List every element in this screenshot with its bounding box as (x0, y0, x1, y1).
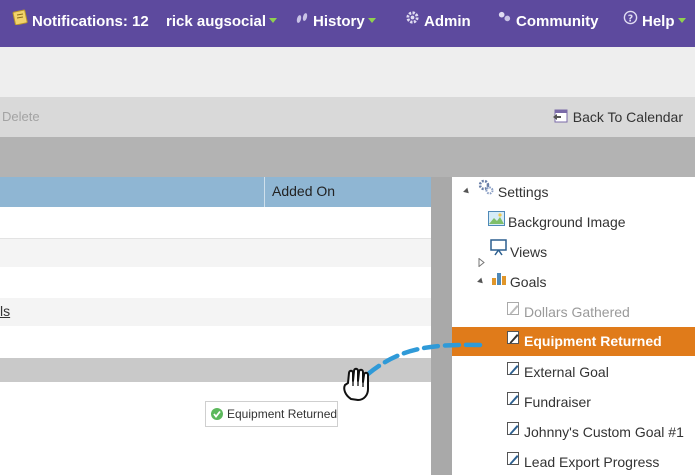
tree-label: Settings (497, 184, 549, 200)
sub-header (0, 47, 695, 97)
toolbar: Delete Back To Calendar (0, 97, 695, 137)
chevron-down-icon (367, 17, 376, 23)
image-icon (488, 206, 505, 236)
table-row[interactable] (0, 267, 431, 298)
table-row[interactable]: ls (0, 298, 431, 326)
people-icon (497, 0, 512, 42)
delete-button[interactable]: Delete (2, 97, 40, 137)
history-label: History (313, 13, 365, 30)
user-menu[interactable]: rick augsocial (166, 0, 278, 47)
table-row[interactable] (0, 326, 431, 358)
tree-node-goal[interactable]: Lead Export Progress (506, 447, 659, 475)
notepad-icon (12, 0, 28, 42)
tree-label: Equipment Returned (524, 333, 662, 349)
collapse-arrow-icon (478, 247, 485, 268)
admin-label: Admin (424, 13, 471, 30)
row-link[interactable]: ls (0, 298, 10, 324)
tree-node-views[interactable]: Views (478, 236, 548, 268)
tree-label: External Goal (524, 364, 609, 380)
tree-node-goal[interactable]: Johnny's Custom Goal #1 (506, 417, 684, 447)
expand-arrow-icon (477, 277, 485, 286)
tree-label: Background Image (508, 214, 626, 230)
footsteps-icon (295, 0, 309, 42)
tree-node-background-image[interactable]: Background Image (488, 207, 626, 237)
table-row[interactable] (0, 239, 431, 267)
grid-header: Added On (0, 177, 431, 207)
edit-page-icon (506, 356, 521, 386)
tree-label: Fundraiser (524, 394, 591, 410)
tree-label: Johnny's Custom Goal #1 (524, 424, 684, 440)
tree-node-goals[interactable]: Goals (477, 266, 547, 297)
data-grid: Added On ls (0, 177, 431, 475)
community-menu[interactable]: Community (497, 0, 599, 47)
edit-page-icon (506, 296, 521, 326)
tree-label: Lead Export Progress (524, 454, 660, 470)
group-separator-row (0, 358, 431, 382)
edit-page-icon (506, 326, 521, 355)
admin-menu[interactable]: Admin (405, 0, 471, 47)
notifications-label: Notifications: 12 (32, 13, 149, 30)
gears-icon (477, 176, 495, 206)
column-header-added-on[interactable]: Added On (272, 177, 335, 205)
edit-page-icon (506, 446, 521, 475)
calendar-icon (552, 109, 568, 123)
chevron-down-icon (677, 17, 686, 23)
help-menu[interactable]: ? Help (623, 0, 686, 47)
edit-page-icon (506, 386, 521, 416)
history-menu[interactable]: History (295, 0, 376, 47)
tree-label: Dollars Gathered (524, 304, 630, 320)
tree-node-goal[interactable]: Fundraiser (506, 387, 591, 417)
dragged-goal-label: Equipment Returned (227, 407, 338, 421)
notifications-button[interactable]: Notifications: 12 (12, 0, 149, 47)
section-bar (0, 137, 695, 177)
tree-node-goal-selected[interactable]: Equipment Returned (452, 327, 695, 356)
svg-text:?: ? (628, 13, 633, 24)
question-icon: ? (623, 0, 638, 42)
community-label: Community (516, 13, 599, 30)
tree-label: Goals (509, 274, 547, 290)
pane-splitter[interactable] (431, 177, 452, 475)
dragged-goal-chip[interactable]: Equipment Returned (205, 401, 338, 427)
chevron-down-icon (269, 17, 278, 23)
back-to-calendar-button[interactable]: Back To Calendar (552, 97, 683, 137)
gear-icon (405, 0, 420, 42)
bar-chart-icon (491, 266, 507, 296)
user-name: rick augsocial (166, 13, 267, 30)
table-row[interactable] (0, 207, 431, 239)
settings-tree: Settings Background Image Views Goals Do… (452, 177, 695, 475)
tree-node-goal[interactable]: External Goal (506, 357, 609, 387)
tree-node-settings[interactable]: Settings (463, 176, 549, 207)
edit-page-icon (506, 416, 521, 446)
check-circle-icon (211, 407, 223, 420)
top-nav: Notifications: 12 rick augsocial History… (0, 0, 695, 47)
column-divider (264, 177, 265, 207)
tree-label: Views (510, 244, 548, 260)
expand-arrow-icon (463, 187, 471, 196)
presentation-icon (490, 236, 507, 266)
tree-node-goal[interactable]: Dollars Gathered (506, 297, 695, 327)
back-to-calendar-label: Back To Calendar (572, 109, 683, 125)
help-label: Help (642, 13, 675, 30)
